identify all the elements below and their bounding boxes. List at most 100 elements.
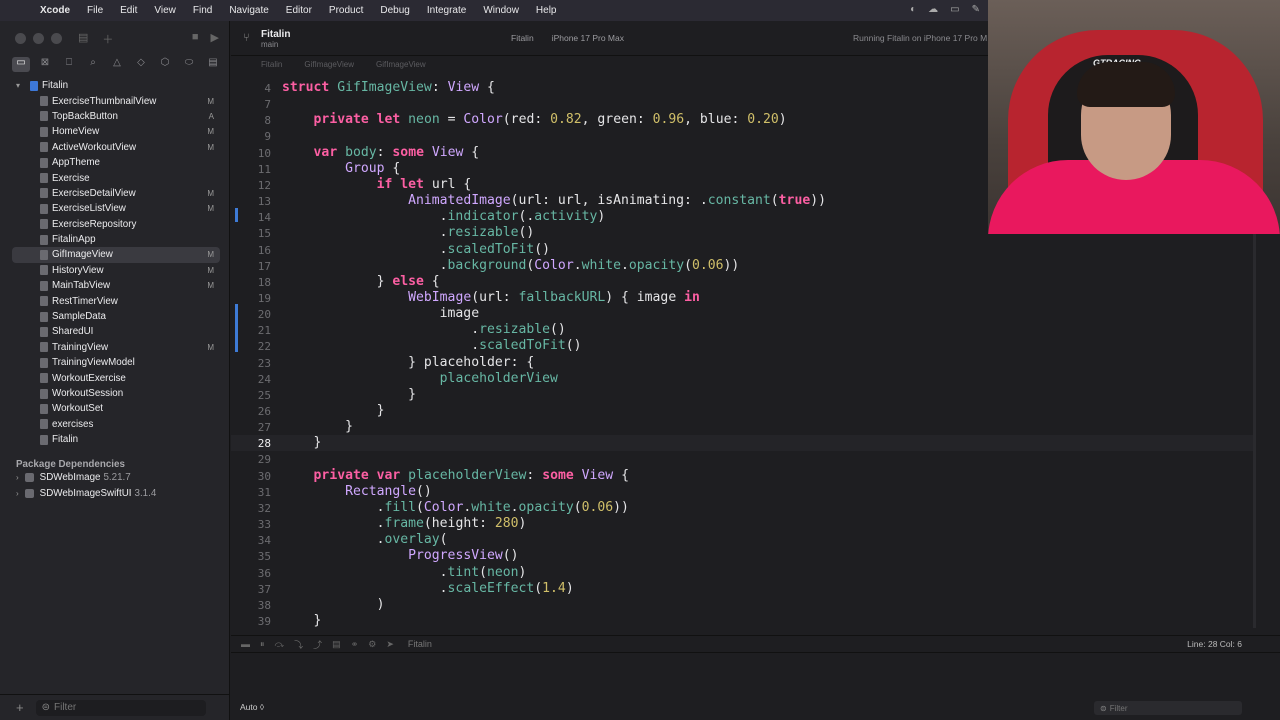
line-number[interactable]: 35 (231, 550, 271, 563)
location-icon[interactable]: ➤ (386, 639, 394, 650)
line-number[interactable]: 9 (231, 130, 271, 143)
pause-icon[interactable]: ⏸ (260, 639, 265, 650)
file-item[interactable]: AppTheme (0, 155, 230, 170)
line-number[interactable]: 27 (231, 421, 271, 434)
debug-target[interactable]: Fitalin (408, 639, 432, 649)
status-icon[interactable]: ☁ (928, 4, 938, 15)
pen-icon[interactable]: ✎ (972, 4, 980, 15)
line-number[interactable]: 28 (231, 437, 271, 450)
test-icon[interactable]: ◇ (132, 57, 150, 72)
file-item[interactable]: Fitalin (0, 432, 230, 447)
file-item[interactable]: HomeView M (0, 124, 230, 139)
menu-view[interactable]: View (154, 5, 176, 16)
status-icon[interactable]: ◐ (910, 4, 916, 15)
device-name[interactable]: iPhone 17 Pro Max (552, 33, 624, 43)
file-item[interactable]: TopBackButton A (0, 109, 230, 124)
line-number[interactable]: 26 (231, 405, 271, 418)
code-line[interactable]: 23 } placeholder: { (231, 355, 1255, 371)
line-number[interactable]: 20 (231, 308, 271, 321)
code-line[interactable]: 32 .fill(Color.white.opacity(0.06)) (231, 500, 1255, 516)
file-item[interactable]: ExerciseDetailView M (0, 186, 230, 201)
chevron-down-icon[interactable]: ▾ (16, 81, 20, 90)
line-number[interactable]: 19 (231, 292, 271, 305)
file-item[interactable]: ExerciseThumbnailView M (0, 93, 230, 108)
line-number[interactable]: 8 (231, 114, 271, 127)
menu-find[interactable]: Find (193, 5, 212, 16)
menu-debug[interactable]: Debug (380, 5, 409, 16)
code-line[interactable]: 17 .background(Color.white.opacity(0.06)… (231, 258, 1255, 274)
line-number[interactable]: 24 (231, 373, 271, 386)
stop-icon[interactable]: ■ (192, 31, 199, 44)
package-item[interactable]: › SDWebImage 5.21.7 (0, 472, 230, 483)
file-item[interactable]: ExerciseRepository (0, 217, 230, 232)
console-area[interactable]: Auto ◊ ⊜ (231, 652, 1280, 720)
file-item[interactable]: WorkoutExercise (0, 370, 230, 385)
code-line[interactable]: 29 (231, 451, 1255, 467)
menu-integrate[interactable]: Integrate (427, 5, 466, 16)
folder-icon[interactable]: ▭ (12, 57, 30, 72)
code-line[interactable]: 21 .resizable() (231, 322, 1255, 338)
code-line[interactable]: 39 } (231, 613, 1255, 628)
code-line[interactable]: 18 } else { (231, 274, 1255, 290)
line-number[interactable]: 36 (231, 567, 271, 580)
file-item[interactable]: SampleData (0, 309, 230, 324)
code-line[interactable]: 35 ProgressView() (231, 548, 1255, 564)
code-line[interactable]: 34 .overlay( (231, 532, 1255, 548)
line-number[interactable]: 14 (231, 211, 271, 224)
menu-window[interactable]: Window (483, 5, 519, 16)
project-title[interactable]: Fitalin (261, 29, 290, 40)
minimize-window-button[interactable] (33, 33, 44, 44)
menu-help[interactable]: Help (536, 5, 557, 16)
code-line[interactable]: 37 .scaleEffect(1.4) (231, 581, 1255, 597)
view-hierarchy-icon[interactable]: ▤ (332, 639, 341, 650)
file-item[interactable]: TrainingViewModel (0, 355, 230, 370)
memory-graph-icon[interactable]: ⚭ (351, 639, 359, 650)
file-item[interactable]: ExerciseListView M (0, 201, 230, 216)
tree-root[interactable]: ▾ Fitalin (0, 78, 230, 93)
code-line[interactable]: 38 ) (231, 597, 1255, 613)
line-number[interactable]: 32 (231, 502, 271, 515)
code-line[interactable]: 25 } (231, 387, 1255, 403)
line-number[interactable]: 33 (231, 518, 271, 531)
line-number[interactable]: 11 (231, 163, 271, 176)
debug-icon[interactable]: ⬡ (156, 57, 174, 72)
file-item[interactable]: Exercise (0, 170, 230, 185)
add-icon[interactable]: ＋ (102, 31, 113, 47)
line-number[interactable]: 38 (231, 599, 271, 612)
line-number[interactable]: 29 (231, 453, 271, 466)
line-number[interactable]: 7 (231, 98, 271, 111)
code-line[interactable]: 16 .scaledToFit() (231, 242, 1255, 258)
warning-icon[interactable]: △ (108, 57, 126, 72)
menu-editor[interactable]: Editor (286, 5, 312, 16)
jump-bar-item[interactable]: Fitalin (261, 60, 282, 69)
line-number[interactable]: 10 (231, 147, 271, 160)
file-item[interactable]: SharedUI (0, 324, 230, 339)
line-number[interactable]: 15 (231, 227, 271, 240)
code-line[interactable]: 26 } (231, 403, 1255, 419)
line-number[interactable]: 12 (231, 179, 271, 192)
code-line[interactable]: 24 placeholderView (231, 371, 1255, 387)
console-mode-selector[interactable]: Auto ◊ (240, 702, 264, 712)
line-number[interactable]: 31 (231, 486, 271, 499)
file-item[interactable]: WorkoutSession (0, 386, 230, 401)
code-line[interactable]: 36 .tint(neon) (231, 565, 1255, 581)
source-control-icon[interactable]: ⊠ (36, 57, 54, 72)
line-number[interactable]: 37 (231, 583, 271, 596)
line-number[interactable]: 39 (231, 615, 271, 628)
line-number[interactable]: 4 (231, 82, 271, 95)
line-number[interactable]: 34 (231, 534, 271, 547)
line-number[interactable]: 17 (231, 260, 271, 273)
code-line[interactable]: 33 .frame(height: 280) (231, 516, 1255, 532)
file-item[interactable]: TrainingView M (0, 340, 230, 355)
step-in-icon[interactable]: ⤵ (294, 638, 303, 651)
code-line[interactable]: 28 } (231, 435, 1255, 452)
code-line[interactable]: 27 } (231, 419, 1255, 435)
navigator-filter-input[interactable] (53, 702, 164, 713)
file-item[interactable]: HistoryView M (0, 263, 230, 278)
step-over-icon[interactable]: ⤼ (275, 639, 285, 650)
jump-bar-item[interactable]: GifImageView (304, 60, 354, 69)
menu-app[interactable]: Xcode (40, 5, 70, 16)
file-item[interactable]: RestTimerView (0, 293, 230, 308)
line-number[interactable]: 23 (231, 357, 271, 370)
line-number[interactable]: 22 (231, 340, 271, 353)
